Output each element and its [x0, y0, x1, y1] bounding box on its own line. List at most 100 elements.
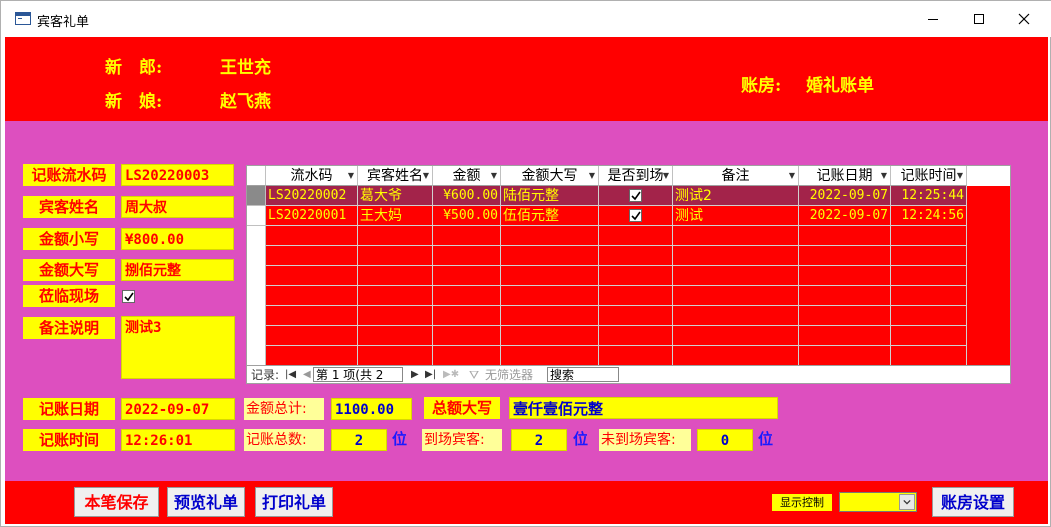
- ledger-settings-button[interactable]: 账房设置: [932, 487, 1014, 517]
- record-count-label: 记账总数:: [244, 429, 324, 451]
- attend-label: 莅临现场: [23, 285, 115, 307]
- checkmark-icon: [124, 292, 134, 302]
- minimize-button[interactable]: [910, 1, 956, 37]
- cell-note[interactable]: 测试: [673, 206, 799, 226]
- display-control-select[interactable]: [839, 492, 917, 512]
- cell-amount-cn[interactable]: 伍佰元整: [501, 206, 599, 226]
- amount-field[interactable]: ¥800.00: [121, 228, 234, 250]
- cell-serial[interactable]: LS20220001: [266, 206, 358, 226]
- cell-present[interactable]: [599, 186, 673, 206]
- dropdown-arrow-icon: ▼: [347, 171, 354, 180]
- dropdown-button[interactable]: [899, 494, 915, 510]
- column-header-amount-cn[interactable]: 金额大写 ▼: [501, 166, 599, 186]
- time-field[interactable]: 12:26:01: [121, 429, 235, 451]
- note-textarea[interactable]: 测试3: [121, 316, 235, 379]
- amount-cn-label: 金额大写: [23, 259, 115, 281]
- maximize-icon: [974, 14, 984, 24]
- note-label: 备注说明: [23, 317, 115, 339]
- amount-label: 金额小写: [23, 228, 115, 250]
- present-checkbox[interactable]: [629, 189, 642, 202]
- total-amount-label: 金额总计:: [244, 398, 324, 420]
- title-bar: 宾客礼单: [1, 1, 1051, 37]
- new-record-icon[interactable]: ▶✱: [443, 367, 459, 383]
- minimize-icon: [928, 19, 938, 20]
- dropdown-arrow-icon: ▼: [956, 171, 963, 180]
- cell-guest[interactable]: 王大妈: [358, 206, 433, 226]
- column-header-present[interactable]: 是否到场 ▼: [599, 166, 673, 186]
- column-header-note[interactable]: 备注 ▼: [673, 166, 799, 186]
- record-count-unit: 位: [392, 430, 408, 448]
- total-amount-field[interactable]: 1100.00: [331, 398, 412, 420]
- column-header-serial[interactable]: 流水码 ▼: [266, 166, 358, 186]
- empty-rows: [266, 226, 967, 366]
- date-field[interactable]: 2022-09-07: [121, 398, 235, 420]
- dropdown-arrow-icon: ▼: [788, 171, 795, 180]
- absent-guests-unit: 位: [758, 430, 774, 448]
- row-selector[interactable]: [247, 186, 266, 206]
- display-control-label: 显示控制: [772, 494, 832, 511]
- serial-field[interactable]: LS20220003: [121, 164, 234, 186]
- column-header-date[interactable]: 记账日期 ▼: [799, 166, 891, 186]
- cell-guest[interactable]: 葛大爷: [358, 186, 433, 206]
- amount-cn-field[interactable]: 捌佰元整: [121, 259, 234, 281]
- footer-bar: 本笔保存 预览礼单 打印礼单 显示控制 账房设置: [5, 481, 1048, 524]
- serial-label: 记账流水码: [23, 164, 115, 186]
- preview-list-button[interactable]: 预览礼单: [167, 487, 245, 517]
- cell-amount[interactable]: ¥600.00: [433, 186, 501, 206]
- close-button[interactable]: [1001, 1, 1047, 37]
- no-filter-button[interactable]: 无筛选器: [485, 367, 533, 383]
- date-label: 记账日期: [23, 398, 115, 420]
- ledger-label: 账房:: [741, 76, 782, 96]
- prev-record-icon[interactable]: ◀: [303, 367, 311, 383]
- absent-guests-field[interactable]: 0: [697, 429, 753, 451]
- cell-amount[interactable]: ¥500.00: [433, 206, 501, 226]
- empty-row-selectors: [247, 226, 266, 366]
- present-guests-label: 到场宾客:: [422, 429, 502, 451]
- chevron-down-icon: [903, 499, 911, 505]
- groom-name: 王世充: [220, 58, 271, 78]
- first-record-icon[interactable]: |◀: [285, 367, 296, 383]
- total-cn-field[interactable]: 壹仟壹佰元整: [509, 397, 778, 419]
- next-record-icon[interactable]: ▶: [411, 367, 419, 383]
- form-icon: [15, 12, 31, 25]
- present-checkbox[interactable]: [629, 209, 642, 222]
- present-guests-field[interactable]: 2: [511, 429, 567, 451]
- cell-time[interactable]: 12:25:44: [891, 186, 967, 206]
- table-row[interactable]: LS20220001 王大妈 ¥500.00 伍佰元整 测试 2022-09-0…: [266, 206, 967, 226]
- save-record-button[interactable]: 本笔保存: [74, 487, 159, 517]
- app-window: 宾客礼单 新 郎: 王世充 新 娘: 赵飞燕 账房: 婚礼账单 记账流水码 LS…: [0, 0, 1051, 527]
- maximize-button[interactable]: [956, 1, 1002, 37]
- cell-time[interactable]: 12:24:56: [891, 206, 967, 226]
- window-title: 宾客礼单: [37, 15, 90, 30]
- cell-date[interactable]: 2022-09-07: [799, 186, 891, 206]
- record-navigator: 记录: |◀ ◀ 第 1 项(共 2 项) ▶ ▶| ▶✱ ⛛ 无筛选器 搜索: [247, 365, 1010, 383]
- guest-name-field[interactable]: 周大叔: [121, 196, 234, 218]
- column-header-time[interactable]: 记账时间 ▼: [891, 166, 967, 186]
- dropdown-arrow-icon: ▼: [588, 171, 595, 180]
- last-record-icon[interactable]: ▶|: [425, 367, 436, 383]
- guest-name-label: 宾客姓名: [23, 196, 115, 218]
- total-cn-label: 总额大写: [424, 397, 500, 419]
- record-position-input[interactable]: 第 1 项(共 2 项): [313, 367, 403, 383]
- cell-present[interactable]: [599, 206, 673, 226]
- cell-date[interactable]: 2022-09-07: [799, 206, 891, 226]
- present-guests-unit: 位: [573, 430, 589, 448]
- column-header-amount[interactable]: 金额 ▼: [433, 166, 501, 186]
- cell-serial[interactable]: LS20220002: [266, 186, 358, 206]
- print-list-button[interactable]: 打印礼单: [255, 487, 333, 517]
- search-input[interactable]: 搜索: [547, 367, 619, 382]
- table-row[interactable]: LS20220002 葛大爷 ¥600.00 陆佰元整 测试2 2022-09-…: [266, 186, 967, 206]
- select-all-corner[interactable]: [247, 166, 266, 186]
- dropdown-arrow-icon: ▼: [880, 171, 887, 180]
- filter-icon: ⛛: [469, 368, 480, 382]
- attend-checkbox[interactable]: [122, 290, 135, 303]
- bride-name: 赵飞燕: [220, 92, 271, 112]
- record-count-field[interactable]: 2: [331, 429, 387, 451]
- record-label: 记录:: [251, 368, 280, 382]
- cell-note[interactable]: 测试2: [673, 186, 799, 206]
- cell-amount-cn[interactable]: 陆佰元整: [501, 186, 599, 206]
- dropdown-arrow-icon: ▼: [422, 171, 429, 180]
- row-selector[interactable]: [247, 206, 266, 226]
- column-header-guest[interactable]: 宾客姓名 ▼: [358, 166, 433, 186]
- absent-guests-label: 未到场宾客:: [599, 429, 691, 451]
